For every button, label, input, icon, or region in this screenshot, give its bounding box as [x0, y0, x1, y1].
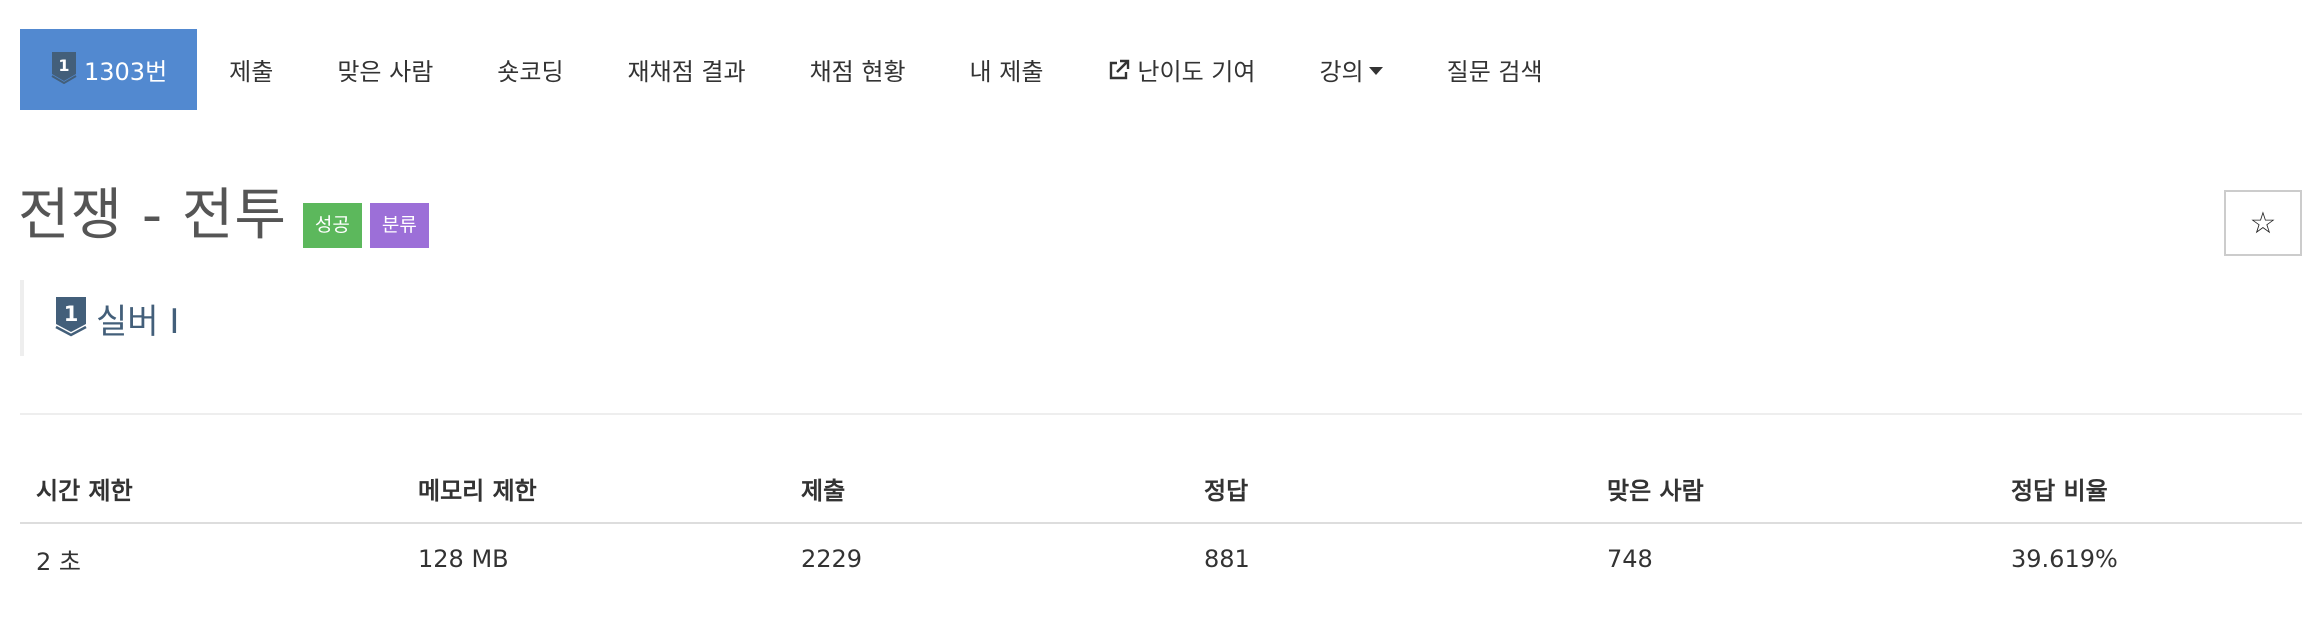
tier-blockquote: 1 실버 I [20, 280, 179, 356]
tab-label: 재채점 결과 [627, 58, 746, 86]
cell-accepted: 881 [1204, 545, 1250, 573]
external-link-icon [1107, 58, 1131, 82]
tab-label: 내 제출 [969, 58, 1044, 86]
tab-label: 맞은 사람 [337, 58, 434, 86]
tab-rejudge-results[interactable]: 재채점 결과 [596, 29, 778, 110]
tab-label: 채점 현황 [809, 58, 906, 86]
header-submissions: 제출 [785, 455, 1188, 524]
tab-question-search[interactable]: 질문 검색 [1415, 29, 1575, 110]
cell-accept-ratio: 39.619% [2011, 545, 2118, 573]
header-accept-ratio: 정답 비율 [1995, 455, 2302, 524]
table-header-row: 시간 제한 메모리 제한 제출 정답 맞은 사람 정답 비율 [20, 455, 2302, 524]
tab-submit[interactable]: 제출 [197, 29, 305, 110]
svg-text:1: 1 [64, 302, 79, 326]
tab-short-coding[interactable]: 숏코딩 [465, 29, 595, 110]
tab-label: 강의 [1319, 58, 1364, 86]
page-title: 전쟁 - 전투 [18, 183, 287, 248]
problem-info-table: 시간 제한 메모리 제한 제출 정답 맞은 사람 정답 비율 2 초 128 M… [20, 455, 2302, 594]
tab-label: 질문 검색 [1446, 58, 1543, 86]
tab-accepted-users[interactable]: 맞은 사람 [305, 29, 465, 110]
favorite-star-button[interactable]: ☆ [2224, 190, 2302, 256]
tab-difficulty-contribution[interactable]: 난이도 기여 [1075, 29, 1287, 110]
problem-menu: 1 1303번 제출 맞은 사람 숏코딩 재채점 결과 채점 현황 내 제출 난… [20, 29, 1575, 110]
status-badge-success: 성공 [302, 203, 362, 248]
header-memory-limit: 메모리 제한 [402, 455, 785, 524]
tab-label: 숏코딩 [497, 58, 564, 86]
header-time-limit: 시간 제한 [20, 455, 402, 524]
cell-time-limit: 2 초 [36, 547, 81, 576]
star-icon: ☆ [2249, 205, 2277, 241]
tab-problem[interactable]: 1 1303번 [20, 29, 198, 110]
silver-tier-icon: 1 [50, 50, 78, 90]
category-badge[interactable]: 분류 [369, 203, 429, 248]
table-row: 2 초 128 MB 2229 881 748 39.619% [20, 523, 2302, 594]
tab-label: 제출 [229, 58, 274, 86]
divider [20, 413, 2302, 415]
header-accepted-users: 맞은 사람 [1591, 455, 1995, 524]
cell-accepted-users: 748 [1607, 545, 1653, 573]
tier-name[interactable]: 실버 I [96, 294, 179, 343]
tab-lectures-dropdown[interactable]: 강의 [1287, 29, 1414, 110]
silver-tier-icon: 1 [54, 295, 88, 341]
tab-my-submissions[interactable]: 내 제출 [938, 29, 1076, 110]
header-accepted: 정답 [1188, 455, 1591, 524]
svg-text:1: 1 [58, 56, 69, 75]
problem-number: 1303번 [84, 58, 168, 86]
tab-judge-status[interactable]: 채점 현황 [778, 29, 938, 110]
caret-down-icon [1368, 67, 1383, 75]
cell-submissions: 2229 [801, 545, 863, 573]
problem-title-row: 전쟁 - 전투 성공 분류 [18, 183, 429, 248]
cell-memory-limit: 128 MB [418, 545, 509, 573]
tab-label: 난이도 기여 [1137, 58, 1256, 86]
